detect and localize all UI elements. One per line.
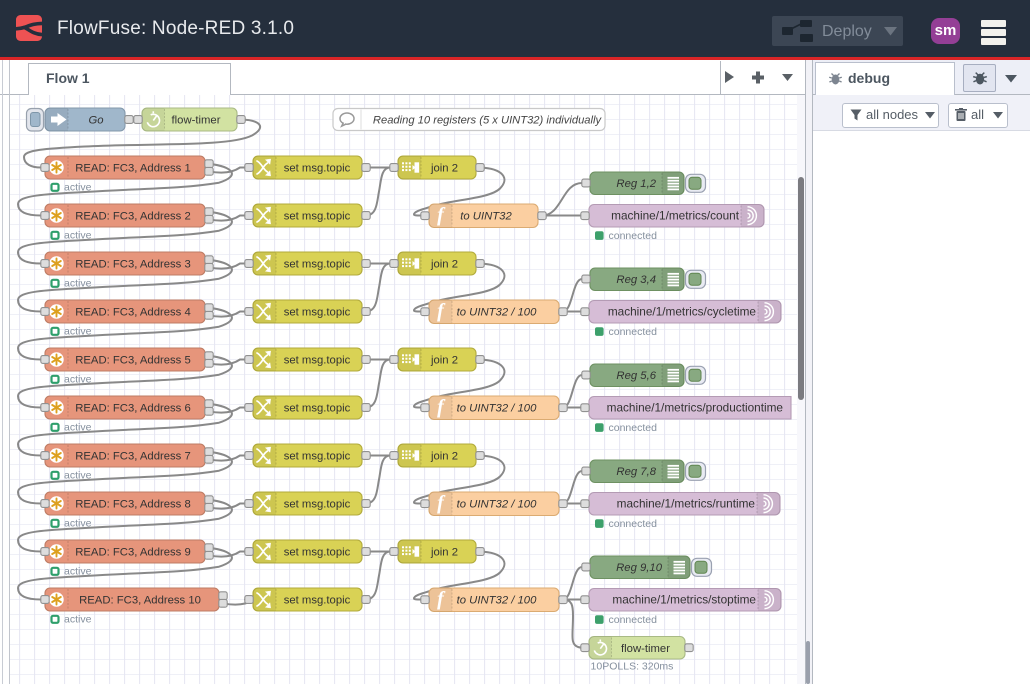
svg-text:set msg.topic: set msg.topic	[284, 402, 351, 414]
svg-text:machine/1/metrics/count: machine/1/metrics/count	[611, 209, 740, 223]
svg-text:active: active	[64, 182, 92, 194]
svg-text:join 2: join 2	[430, 546, 458, 558]
svg-text:set msg.topic: set msg.topic	[284, 450, 351, 462]
svg-text:connected: connected	[609, 614, 658, 626]
svg-text:flow-timer: flow-timer	[621, 643, 670, 655]
svg-text:set msg.topic: set msg.topic	[284, 162, 351, 174]
svg-text:READ: FC3, Address 4: READ: FC3, Address 4	[75, 306, 191, 318]
svg-text:join 2: join 2	[430, 162, 458, 174]
svg-text:Reg 1,2: Reg 1,2	[616, 178, 656, 190]
svg-text:join 2: join 2	[430, 450, 458, 462]
svg-text:connected: connected	[609, 422, 658, 434]
svg-text:to UINT32 / 100: to UINT32 / 100	[457, 403, 537, 415]
svg-text:set msg.topic: set msg.topic	[284, 258, 351, 270]
svg-text:connected: connected	[609, 518, 658, 530]
svg-text:set msg.topic: set msg.topic	[284, 210, 351, 222]
svg-text:active: active	[64, 278, 92, 290]
svg-text:READ: FC3, Address 10: READ: FC3, Address 10	[79, 594, 201, 606]
svg-text:Reg 9,10: Reg 9,10	[616, 562, 663, 574]
svg-text:to UINT32 / 100: to UINT32 / 100	[457, 499, 537, 511]
svg-text:READ: FC3, Address 5: READ: FC3, Address 5	[75, 354, 191, 366]
svg-text:connected: connected	[609, 230, 658, 242]
svg-text:active: active	[64, 374, 92, 386]
svg-text:machine/1/metrics/cycletime: machine/1/metrics/cycletime	[608, 305, 757, 319]
svg-text:set msg.topic: set msg.topic	[284, 306, 351, 318]
svg-text:flow-timer: flow-timer	[172, 114, 221, 126]
svg-text:Go: Go	[88, 114, 103, 126]
svg-text:set msg.topic: set msg.topic	[284, 498, 351, 510]
svg-text:machine/1/metrics/stoptime: machine/1/metrics/stoptime	[612, 593, 756, 607]
svg-text:READ: FC3, Address 6: READ: FC3, Address 6	[75, 402, 191, 414]
svg-text:to UINT32: to UINT32	[460, 211, 512, 223]
svg-text:READ: FC3, Address 1: READ: FC3, Address 1	[75, 162, 191, 174]
svg-text:active: active	[64, 614, 92, 626]
svg-text:READ: FC3, Address 7: READ: FC3, Address 7	[75, 450, 191, 462]
svg-text:active: active	[64, 518, 92, 530]
svg-text:READ: FC3, Address 2: READ: FC3, Address 2	[75, 210, 191, 222]
svg-text:active: active	[64, 230, 92, 242]
svg-text:Reg 5,6: Reg 5,6	[616, 370, 656, 382]
svg-text:active: active	[64, 326, 92, 338]
svg-text:READ: FC3, Address 3: READ: FC3, Address 3	[75, 258, 191, 270]
svg-text:connected: connected	[609, 326, 658, 338]
svg-text:to UINT32 / 100: to UINT32 / 100	[457, 307, 537, 319]
svg-text:join 2: join 2	[430, 258, 458, 270]
svg-text:machine/1/metrics/productionti: machine/1/metrics/productiontime	[607, 401, 784, 415]
svg-text:active: active	[64, 470, 92, 482]
svg-text:10POLLS: 320ms: 10POLLS: 320ms	[591, 661, 674, 673]
svg-text:set msg.topic: set msg.topic	[284, 354, 351, 366]
svg-text:active: active	[64, 422, 92, 434]
svg-text:READ: FC3, Address 9: READ: FC3, Address 9	[75, 546, 191, 558]
svg-text:set msg.topic: set msg.topic	[284, 546, 351, 558]
svg-text:READ: FC3, Address 8: READ: FC3, Address 8	[75, 498, 191, 510]
svg-text:Reg 7,8: Reg 7,8	[616, 466, 656, 478]
svg-text:machine/1/metrics/runtime: machine/1/metrics/runtime	[617, 497, 756, 511]
svg-text:set msg.topic: set msg.topic	[284, 594, 351, 606]
svg-text:Reg 3,4: Reg 3,4	[616, 274, 656, 286]
svg-text:active: active	[64, 566, 92, 578]
svg-text:Reading 10 registers (5 x UINT: Reading 10 registers (5 x UINT32) indivi…	[373, 115, 603, 127]
svg-text:to UINT32 / 100: to UINT32 / 100	[457, 595, 537, 607]
svg-text:join 2: join 2	[430, 354, 458, 366]
